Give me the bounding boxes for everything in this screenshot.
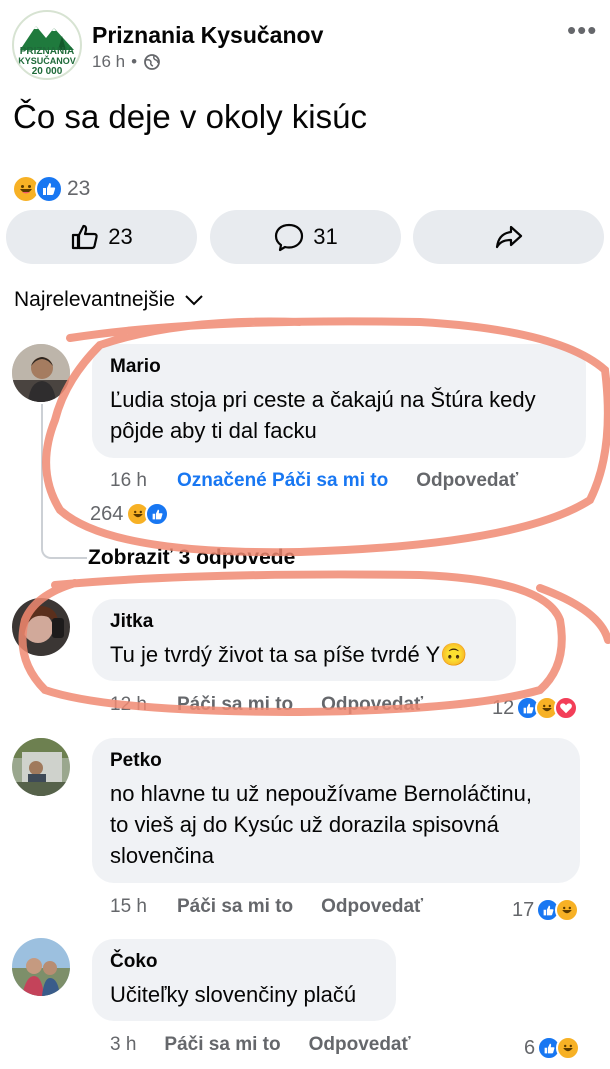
view-replies-link[interactable]: Zobraziť 3 odpovede xyxy=(88,546,295,570)
share-button[interactable] xyxy=(413,210,604,264)
haha-emoji-icon xyxy=(556,1036,581,1060)
reply-link[interactable]: Odpovedať xyxy=(416,470,518,492)
avatar-jitka[interactable] xyxy=(12,598,70,656)
comment-bubble-mario[interactable]: Mario Ľudia stoja pri ceste a čakajú na … xyxy=(92,344,586,458)
reply-link[interactable]: Odpovedať xyxy=(321,896,423,918)
like-icon xyxy=(72,224,98,250)
comment-bubble-coko[interactable]: Čoko Učiteľky slovenčiny plačú xyxy=(92,939,396,1021)
comment-reactions[interactable]: 264 xyxy=(90,502,170,526)
comment-time[interactable]: 15 h xyxy=(110,896,147,918)
like-emoji-icon xyxy=(35,175,63,203)
comment-actions: 3 h Páči sa mi to Odpovedať xyxy=(110,1034,411,1056)
comment-bubble-jitka[interactable]: Jitka Tu je tvrdý život ta sa píše tvrdé… xyxy=(92,599,516,681)
meta-separator: • xyxy=(131,52,138,71)
haha-emoji-icon xyxy=(555,898,580,922)
comment-author[interactable]: Čoko xyxy=(110,951,378,973)
post-text: Čo sa deje v okoly kisúc xyxy=(13,98,367,135)
reactions-count: 264 xyxy=(90,502,124,525)
comment-text-line: no hlavne tu už nepoužívame Bernoláčtinu… xyxy=(110,781,532,806)
comment-icon xyxy=(275,223,304,252)
comment-count: 31 xyxy=(313,224,338,249)
reactions-count: 6 xyxy=(524,1036,536,1059)
comment-text-row: Tu je tvrdý život ta sa píše tvrdé Y🙃 xyxy=(110,639,498,670)
comment-text-line: to vieš aj do Kysúc už dorazila spisovná xyxy=(110,812,499,837)
page-avatar[interactable]: PRIZNANIA KYSUČANOV 20 000 xyxy=(12,10,82,80)
comment-reactions[interactable]: 6 xyxy=(524,1036,581,1060)
like-comment-link[interactable]: Páči sa mi to xyxy=(177,694,293,716)
avatar-coko[interactable] xyxy=(12,938,70,996)
comment-text: Tu je tvrdý život ta sa píše tvrdé Y xyxy=(110,642,441,667)
comment-time[interactable]: 16 h xyxy=(110,470,147,492)
upside-down-emoji-icon: 🙃 xyxy=(440,642,468,667)
reply-link[interactable]: Odpovedať xyxy=(309,1034,411,1056)
reactions-count: 12 xyxy=(492,696,515,719)
comment-actions: 12 h Páči sa mi to Odpovedať xyxy=(110,694,423,716)
comment-time[interactable]: 3 h xyxy=(110,1034,136,1056)
avatar-mario[interactable] xyxy=(12,344,70,402)
reactions-count: 23 xyxy=(67,177,91,200)
logo-line3: 20 000 xyxy=(31,66,63,77)
comment-time[interactable]: 12 h xyxy=(110,694,147,716)
love-emoji-icon xyxy=(554,696,579,720)
post-meta: 16 h • xyxy=(92,52,161,72)
thread-line xyxy=(41,404,87,559)
like-comment-link[interactable]: Páči sa mi to xyxy=(177,896,293,918)
chevron-down-icon xyxy=(185,295,203,306)
reactions-count: 17 xyxy=(512,898,535,921)
comment-bubble-petko[interactable]: Petko no hlavne tu už nepoužívame Bernol… xyxy=(92,738,580,883)
comment-text: Ľudia stoja pri ceste a čakajú na Štúra … xyxy=(110,387,536,443)
more-icon[interactable]: ••• xyxy=(567,17,597,43)
post-reactions[interactable]: 23 xyxy=(12,175,90,203)
like-count: 23 xyxy=(108,224,133,249)
comment-sort-dropdown[interactable]: Najrelevantnejšie xyxy=(14,288,205,312)
comment-actions: 16 h Označené Páči sa mi to Odpovedať xyxy=(110,470,518,492)
sort-label: Najrelevantnejšie xyxy=(14,288,176,311)
comment-text: Učiteľky slovenčiny plačú xyxy=(110,982,357,1007)
like-comment-link[interactable]: Páči sa mi to xyxy=(164,1034,280,1056)
comment-reactions[interactable]: 12 xyxy=(492,696,579,720)
page-name[interactable]: Priznania Kysučanov xyxy=(92,22,323,49)
like-emoji-icon xyxy=(145,502,170,526)
reply-link[interactable]: Odpovedať xyxy=(321,694,423,716)
post-time[interactable]: 16 h xyxy=(92,52,125,72)
comment-author[interactable]: Petko xyxy=(110,750,562,772)
like-comment-link[interactable]: Označené Páči sa mi to xyxy=(177,470,388,492)
comment-actions: 15 h Páči sa mi to Odpovedať xyxy=(110,896,423,918)
comment-button[interactable]: 31 xyxy=(210,210,401,264)
comment-text-line: slovenčina xyxy=(110,843,214,868)
comment-author[interactable]: Jitka xyxy=(110,611,498,633)
comment-author[interactable]: Mario xyxy=(110,356,568,378)
like-button[interactable]: 23 xyxy=(6,210,197,264)
share-icon xyxy=(495,225,522,249)
globe-icon xyxy=(144,54,160,70)
comment-reactions[interactable]: 17 xyxy=(512,898,580,922)
avatar-petko[interactable] xyxy=(12,738,70,796)
